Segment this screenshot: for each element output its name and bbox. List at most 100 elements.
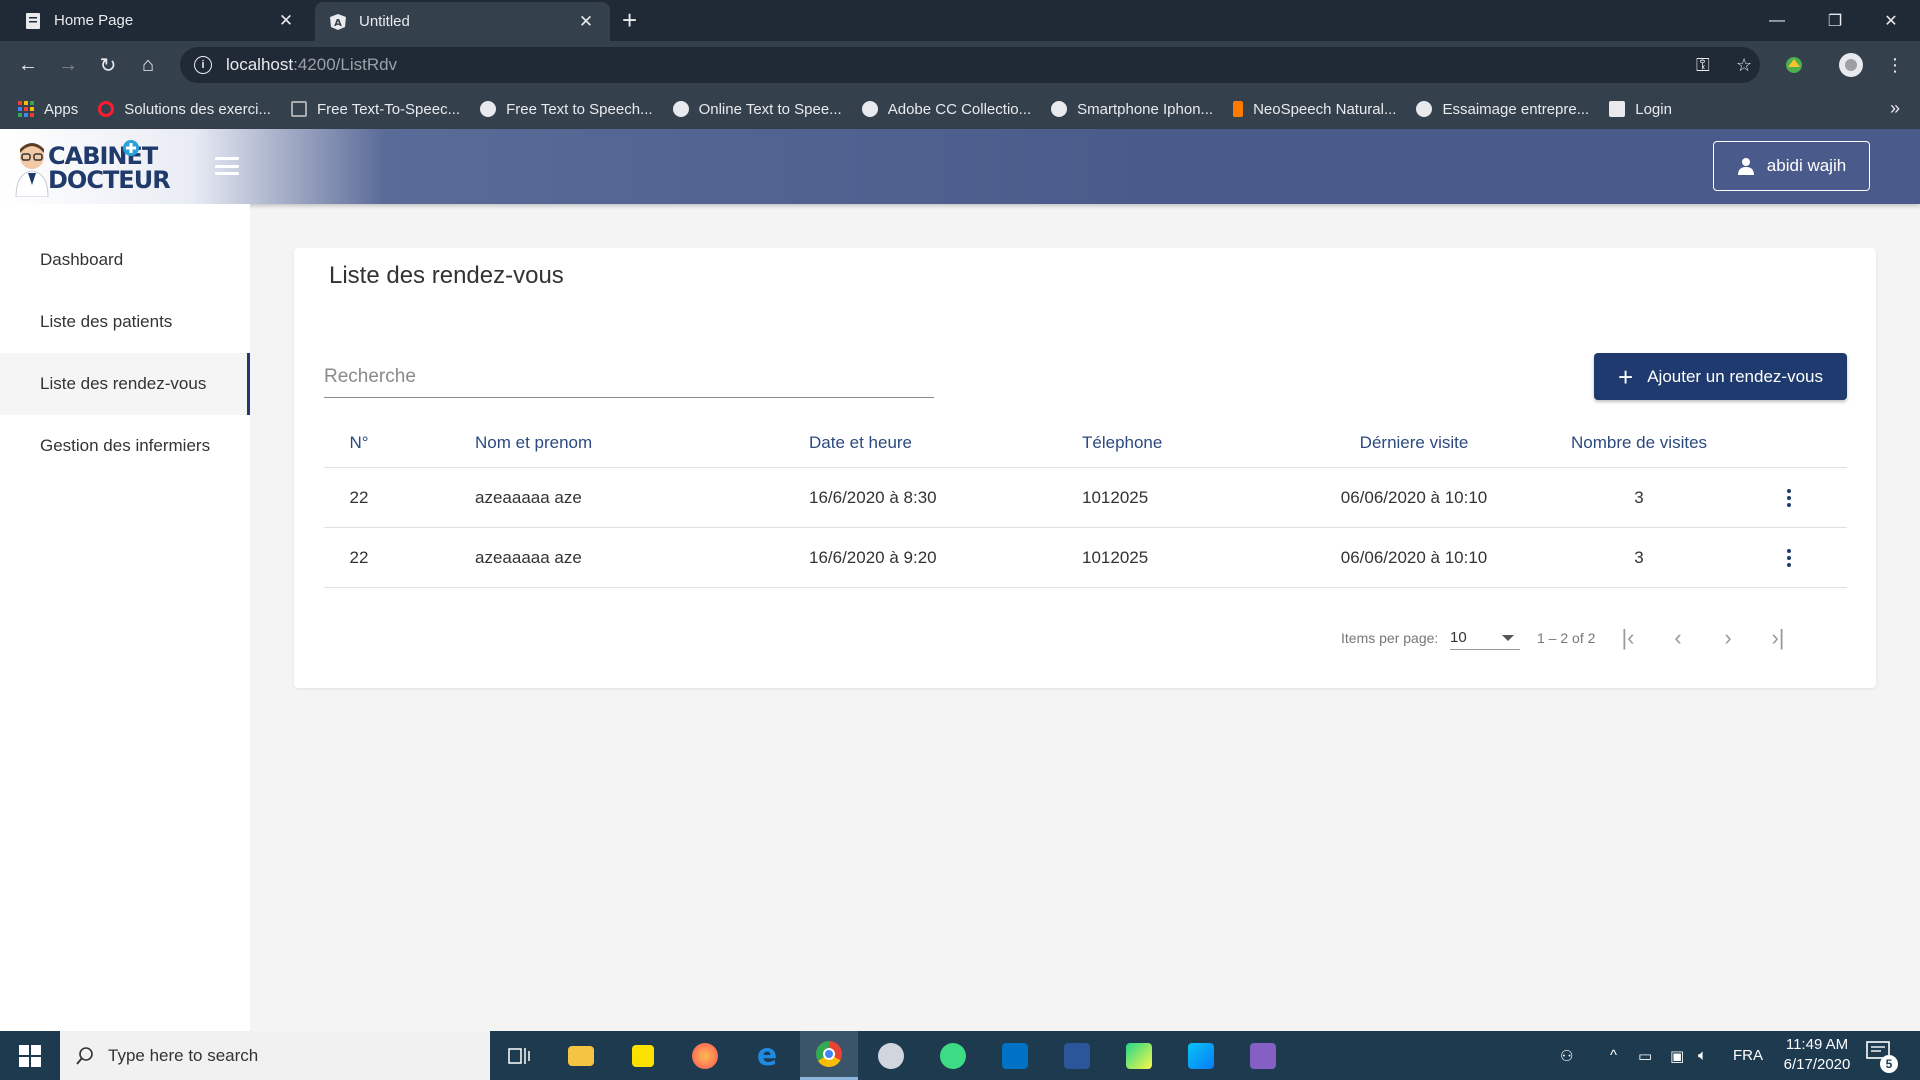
- column-header-last-visit[interactable]: Dérniere visite: [1314, 418, 1514, 467]
- browser-toolbar: ← → ↻ ⌂ i localhost:4200/ListRdv ⚿ ☆ ⋮: [0, 41, 1920, 89]
- bookmark-free-tts-2[interactable]: Free Text to Speech...: [480, 101, 653, 118]
- app-logo[interactable]: CABINET DOCTEUR: [14, 137, 171, 197]
- more-bookmarks-icon[interactable]: »: [1890, 98, 1900, 119]
- sidebar-item-patients[interactable]: Liste des patients: [0, 291, 250, 353]
- windows-start-icon[interactable]: [0, 1031, 60, 1080]
- search-input[interactable]: [324, 356, 934, 398]
- appointments-table: N° Nom et prenom Date et heure Télephone…: [324, 418, 1847, 588]
- profile-avatar-icon[interactable]: [1838, 51, 1864, 79]
- row-actions-icon[interactable]: [1782, 528, 1796, 587]
- browser-tab-home[interactable]: Home Page ✕: [10, 0, 310, 41]
- battery-icon[interactable]: ▭: [1638, 1031, 1652, 1080]
- webstorm-icon[interactable]: [1172, 1031, 1230, 1080]
- chevron-up-icon[interactable]: ^: [1610, 1031, 1617, 1080]
- bookmark-apps[interactable]: Apps: [18, 101, 78, 118]
- items-per-page-label: Items per page:: [1341, 630, 1439, 646]
- language-indicator[interactable]: FRA: [1733, 1031, 1763, 1080]
- first-page-icon[interactable]: |‹: [1612, 622, 1644, 654]
- cell-name: azeaaaaa aze: [475, 487, 582, 507]
- close-window-icon[interactable]: ✕: [1862, 0, 1920, 41]
- restore-icon[interactable]: ❐: [1806, 0, 1864, 41]
- column-header-name[interactable]: Nom et prenom: [475, 418, 592, 467]
- back-icon[interactable]: ←: [14, 51, 42, 79]
- close-tab-icon[interactable]: ✕: [576, 12, 596, 32]
- close-tab-icon[interactable]: ✕: [276, 11, 296, 31]
- logo-text: CABINET DOCTEUR: [48, 142, 171, 194]
- taskbar-search-placeholder: Type here to search: [108, 1045, 259, 1065]
- network-icon[interactable]: ▣: [1670, 1031, 1684, 1080]
- url-host: localhost: [226, 55, 294, 74]
- globe-icon: [1416, 101, 1433, 117]
- menu-toggle-icon[interactable]: [215, 157, 239, 175]
- cell-phone: 1012025: [1082, 487, 1149, 507]
- visual-studio-icon[interactable]: [1234, 1031, 1292, 1080]
- sidebar-item-label: Gestion des infermiers: [40, 436, 211, 455]
- volume-icon[interactable]: 🔈︎: [1698, 1031, 1707, 1080]
- page-title: Liste des rendez-vous: [329, 262, 564, 289]
- star-icon[interactable]: ☆: [1736, 51, 1752, 79]
- speaker-icon: [1233, 101, 1244, 117]
- items-per-page-select[interactable]: 10: [1450, 626, 1520, 650]
- bookmark-solutions[interactable]: Solutions des exerci...: [98, 101, 271, 118]
- home-icon[interactable]: ⌂: [134, 51, 162, 79]
- search-icon: [76, 1046, 94, 1065]
- key-icon[interactable]: ⚿: [1696, 51, 1710, 79]
- edge-icon[interactable]: e: [738, 1031, 796, 1080]
- svg-text:A: A: [334, 18, 342, 29]
- browser-tab-strip: Home Page ✕ A Untitled ✕ + — ❐ ✕: [0, 0, 1920, 41]
- browser-tab-untitled[interactable]: A Untitled ✕: [315, 2, 610, 41]
- bookmark-adobe[interactable]: Adobe CC Collectio...: [861, 101, 1031, 118]
- task-view-icon[interactable]: [490, 1031, 548, 1080]
- last-page-icon[interactable]: ›|: [1762, 622, 1794, 654]
- cell-phone: 1012025: [1082, 547, 1149, 567]
- bookmark-label: Login: [1635, 100, 1672, 118]
- sticky-notes-icon[interactable]: [614, 1031, 672, 1080]
- firefox-icon[interactable]: [676, 1031, 734, 1080]
- previous-page-icon[interactable]: ‹: [1662, 622, 1694, 654]
- taskbar-search-box[interactable]: Type here to search: [60, 1031, 490, 1080]
- add-appointment-button[interactable]: + Ajouter un rendez-vous: [1594, 353, 1847, 400]
- outlook-icon[interactable]: [986, 1031, 1044, 1080]
- word-icon[interactable]: [1048, 1031, 1106, 1080]
- column-header-phone[interactable]: Télephone: [1082, 418, 1162, 467]
- app-icon[interactable]: [1110, 1031, 1168, 1080]
- sidebar: Dashboard Liste des patients Liste des r…: [0, 204, 250, 1031]
- info-icon[interactable]: i: [194, 56, 212, 74]
- user-icon: [1737, 157, 1755, 175]
- bookmark-neospeech[interactable]: NeoSpeech Natural...: [1233, 101, 1396, 118]
- column-header-datetime[interactable]: Date et heure: [809, 418, 912, 467]
- new-tab-button[interactable]: +: [622, 6, 637, 34]
- chrome-icon[interactable]: [800, 1031, 858, 1080]
- next-page-icon[interactable]: ›: [1712, 622, 1744, 654]
- minimize-icon[interactable]: —: [1748, 0, 1806, 41]
- column-header-num[interactable]: N°: [324, 418, 394, 467]
- paint-icon[interactable]: [862, 1031, 920, 1080]
- bookmark-free-tts-1[interactable]: Free Text-To-Speec...: [290, 101, 460, 118]
- column-header-visits[interactable]: Nombre de visites: [1539, 418, 1739, 467]
- bookmark-smartphone[interactable]: Smartphone Iphon...: [1051, 101, 1213, 118]
- sidebar-item-dashboard[interactable]: Dashboard: [0, 229, 250, 291]
- bookmark-online-tts[interactable]: Online Text to Spee...: [672, 101, 842, 118]
- user-menu-button[interactable]: abidi wajih: [1713, 141, 1870, 191]
- clock[interactable]: 11:49 AM 6/17/2020: [1767, 1035, 1867, 1075]
- bookmark-essaimage[interactable]: Essaimage entrepre...: [1416, 101, 1589, 118]
- bookmark-login[interactable]: Login: [1609, 101, 1672, 118]
- notification-count-badge: 5: [1880, 1055, 1898, 1073]
- sidebar-item-infermiers[interactable]: Gestion des infermiers: [0, 415, 250, 477]
- address-bar[interactable]: i localhost:4200/ListRdv: [180, 47, 1760, 83]
- apps-grid-icon: [18, 101, 34, 117]
- forward-icon[interactable]: →: [54, 51, 82, 79]
- people-icon[interactable]: ⚇: [1560, 1031, 1573, 1080]
- reload-icon[interactable]: ↻: [94, 51, 122, 79]
- notifications-icon[interactable]: 5: [1866, 1041, 1898, 1073]
- menu-kebab-icon[interactable]: ⋮: [1886, 51, 1904, 79]
- table-row[interactable]: 22 azeaaaaa aze 16/6/2020 à 8:30 1012025…: [324, 468, 1847, 528]
- url-path: :4200/ListRdv: [293, 55, 398, 74]
- row-actions-icon[interactable]: [1782, 468, 1796, 527]
- file-explorer-icon[interactable]: [552, 1031, 610, 1080]
- windows-taskbar: Type here to search e ⚇ ^ ▭ ▣ 🔈︎ FRA 11:…: [0, 1031, 1920, 1080]
- table-row[interactable]: 22 azeaaaaa aze 16/6/2020 à 9:20 1012025…: [324, 528, 1847, 588]
- sidebar-item-rendez-vous[interactable]: Liste des rendez-vous: [0, 353, 250, 415]
- android-studio-icon[interactable]: [924, 1031, 982, 1080]
- extension-icon[interactable]: [1784, 51, 1804, 79]
